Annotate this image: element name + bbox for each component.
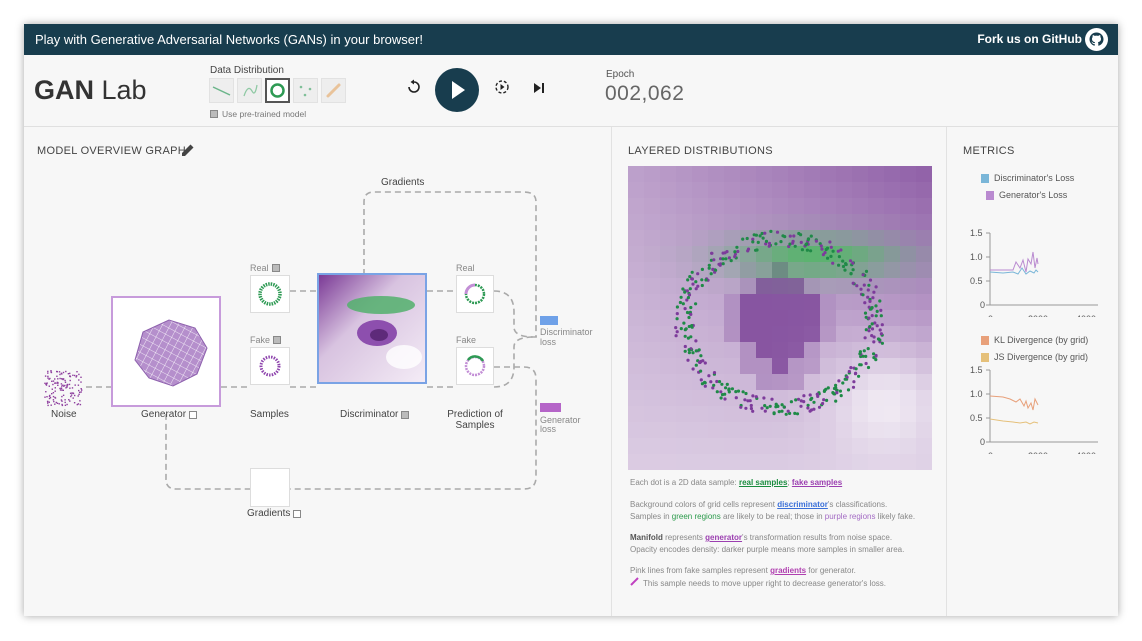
loss-ytick-1.0: 1.0 xyxy=(970,252,983,262)
discriminator-loss-label-2: loss xyxy=(540,337,557,347)
app-logo: GAN Lab xyxy=(34,75,147,105)
play-button[interactable] xyxy=(435,68,479,112)
desc-sample-move: This sample needs to move upper right to… xyxy=(630,577,930,590)
distribution-ring-option[interactable] xyxy=(265,78,290,103)
div-ytick-0.5: 0.5 xyxy=(970,413,983,423)
gradients-top-label: Gradients xyxy=(381,177,425,188)
generator-checkbox[interactable] xyxy=(189,410,198,419)
generator-node[interactable] xyxy=(111,296,221,407)
distribution-gaussians-option[interactable] xyxy=(293,78,318,103)
step-icon[interactable] xyxy=(532,81,546,99)
desc-manifold: Manifold represents generator's transfor… xyxy=(630,533,893,542)
loss-ytick-0.5: 0.5 xyxy=(970,276,983,286)
distribution-line-option[interactable] xyxy=(209,78,234,103)
layered-title: LAYERED DISTRIBUTIONS xyxy=(628,145,773,157)
gradients-node[interactable] xyxy=(250,468,290,507)
loss-xtick-2000: 2000 xyxy=(1028,314,1048,317)
prediction-fake-label: Fake xyxy=(456,335,477,345)
slow-motion-icon[interactable] xyxy=(494,79,510,99)
samples-label: Samples xyxy=(250,409,289,420)
fake-samples-checkbox[interactable] xyxy=(273,336,282,344)
div-ytick-1.5: 1.5 xyxy=(970,365,983,375)
pretrained-toggle[interactable]: Use pre-trained model xyxy=(210,109,306,119)
pretrained-checkbox[interactable] xyxy=(210,110,218,118)
generator-loss-label-2: loss xyxy=(540,424,557,434)
discriminator-checkbox[interactable] xyxy=(401,410,410,419)
controls-bar: GAN Lab Data Distribution Use pre-traine… xyxy=(24,55,1118,127)
noise-label: Noise xyxy=(51,409,77,420)
div-ytick-0: 0 xyxy=(980,437,985,447)
gradient-line-icon xyxy=(630,577,639,590)
real-samples-node[interactable] xyxy=(250,275,290,313)
divergence-chart: 1.5 1.0 0.5 0 0 2000 4000 xyxy=(970,365,1098,454)
div-ytick-1.0: 1.0 xyxy=(970,389,983,399)
data-distribution-selector xyxy=(209,78,346,103)
gradients-checkbox[interactable] xyxy=(293,509,302,518)
div-xtick-0: 0 xyxy=(988,451,993,454)
desc-samples: Each dot is a 2D data sample: real sampl… xyxy=(630,478,843,487)
div-xtick-4000: 4000 xyxy=(1076,451,1096,454)
desc-regions: Samples in green regions are likely to b… xyxy=(630,512,916,521)
loss-ytick-0: 0 xyxy=(980,300,985,310)
distribution-canvas[interactable] xyxy=(628,166,932,470)
prediction-label-1: Prediction of xyxy=(447,409,503,420)
discriminator-loss-label-1: Discriminator xyxy=(540,327,593,337)
loss-chart: 1.5 1.0 0.5 0 0 2000 4000 xyxy=(970,228,1098,317)
github-icon[interactable] xyxy=(1085,28,1108,51)
loss-xtick-0: 0 xyxy=(988,314,993,317)
metrics-panel: METRICS Discriminator's Loss Generator's… xyxy=(948,127,1118,616)
desc-gradients: Pink lines from fake samples represent g… xyxy=(630,566,856,575)
legend-discriminator-loss: Discriminator's Loss xyxy=(981,173,1074,183)
generator-loss-swatch xyxy=(540,403,561,412)
discriminator-node[interactable] xyxy=(317,273,427,384)
real-samples-label: Real xyxy=(250,263,280,273)
noise-node[interactable] xyxy=(44,370,84,407)
distribution-spiral-option[interactable] xyxy=(237,78,262,103)
loss-ytick-1.5: 1.5 xyxy=(970,228,983,238)
data-distribution-label: Data Distribution xyxy=(210,65,284,76)
epoch-value: 002,062 xyxy=(605,82,685,105)
top-bar: Play with Generative Adversarial Network… xyxy=(24,24,1118,55)
generator-label: Generator xyxy=(141,409,198,420)
desc-opacity: Opacity encodes density: darker purple m… xyxy=(630,545,905,554)
reset-icon[interactable] xyxy=(406,79,422,99)
tagline: Play with Generative Adversarial Network… xyxy=(35,32,423,47)
layered-distributions-panel: LAYERED DISTRIBUTIONS Each dot is a 2D d… xyxy=(613,127,947,616)
desc-background: Background colors of grid cells represen… xyxy=(630,500,888,509)
legend-generator-loss: Generator's Loss xyxy=(986,190,1067,200)
prediction-fake-node[interactable] xyxy=(456,347,494,385)
prediction-real-node[interactable] xyxy=(456,275,494,313)
gradients-bottom-label: Gradients xyxy=(247,508,302,519)
metrics-title: METRICS xyxy=(963,145,1015,157)
gan-lab-window: Play with Generative Adversarial Network… xyxy=(24,24,1118,616)
real-samples-checkbox[interactable] xyxy=(271,264,280,272)
distribution-draw-option[interactable] xyxy=(321,78,346,103)
div-xtick-2000: 2000 xyxy=(1028,451,1048,454)
model-overview-panel: MODEL OVERVIEW GRAPH Gradients Noise Gen… xyxy=(24,127,612,616)
epoch-label: Epoch xyxy=(606,69,635,80)
fake-samples-node[interactable] xyxy=(250,347,290,385)
loss-xtick-4000: 4000 xyxy=(1076,314,1096,317)
fork-github-link[interactable]: Fork us on GitHub xyxy=(977,32,1082,46)
prediction-real-label: Real xyxy=(456,263,475,273)
prediction-label-2: Samples xyxy=(455,420,495,431)
discriminator-loss-swatch xyxy=(540,316,558,325)
fake-samples-label: Fake xyxy=(250,335,282,345)
discriminator-label: Discriminator xyxy=(340,409,410,420)
